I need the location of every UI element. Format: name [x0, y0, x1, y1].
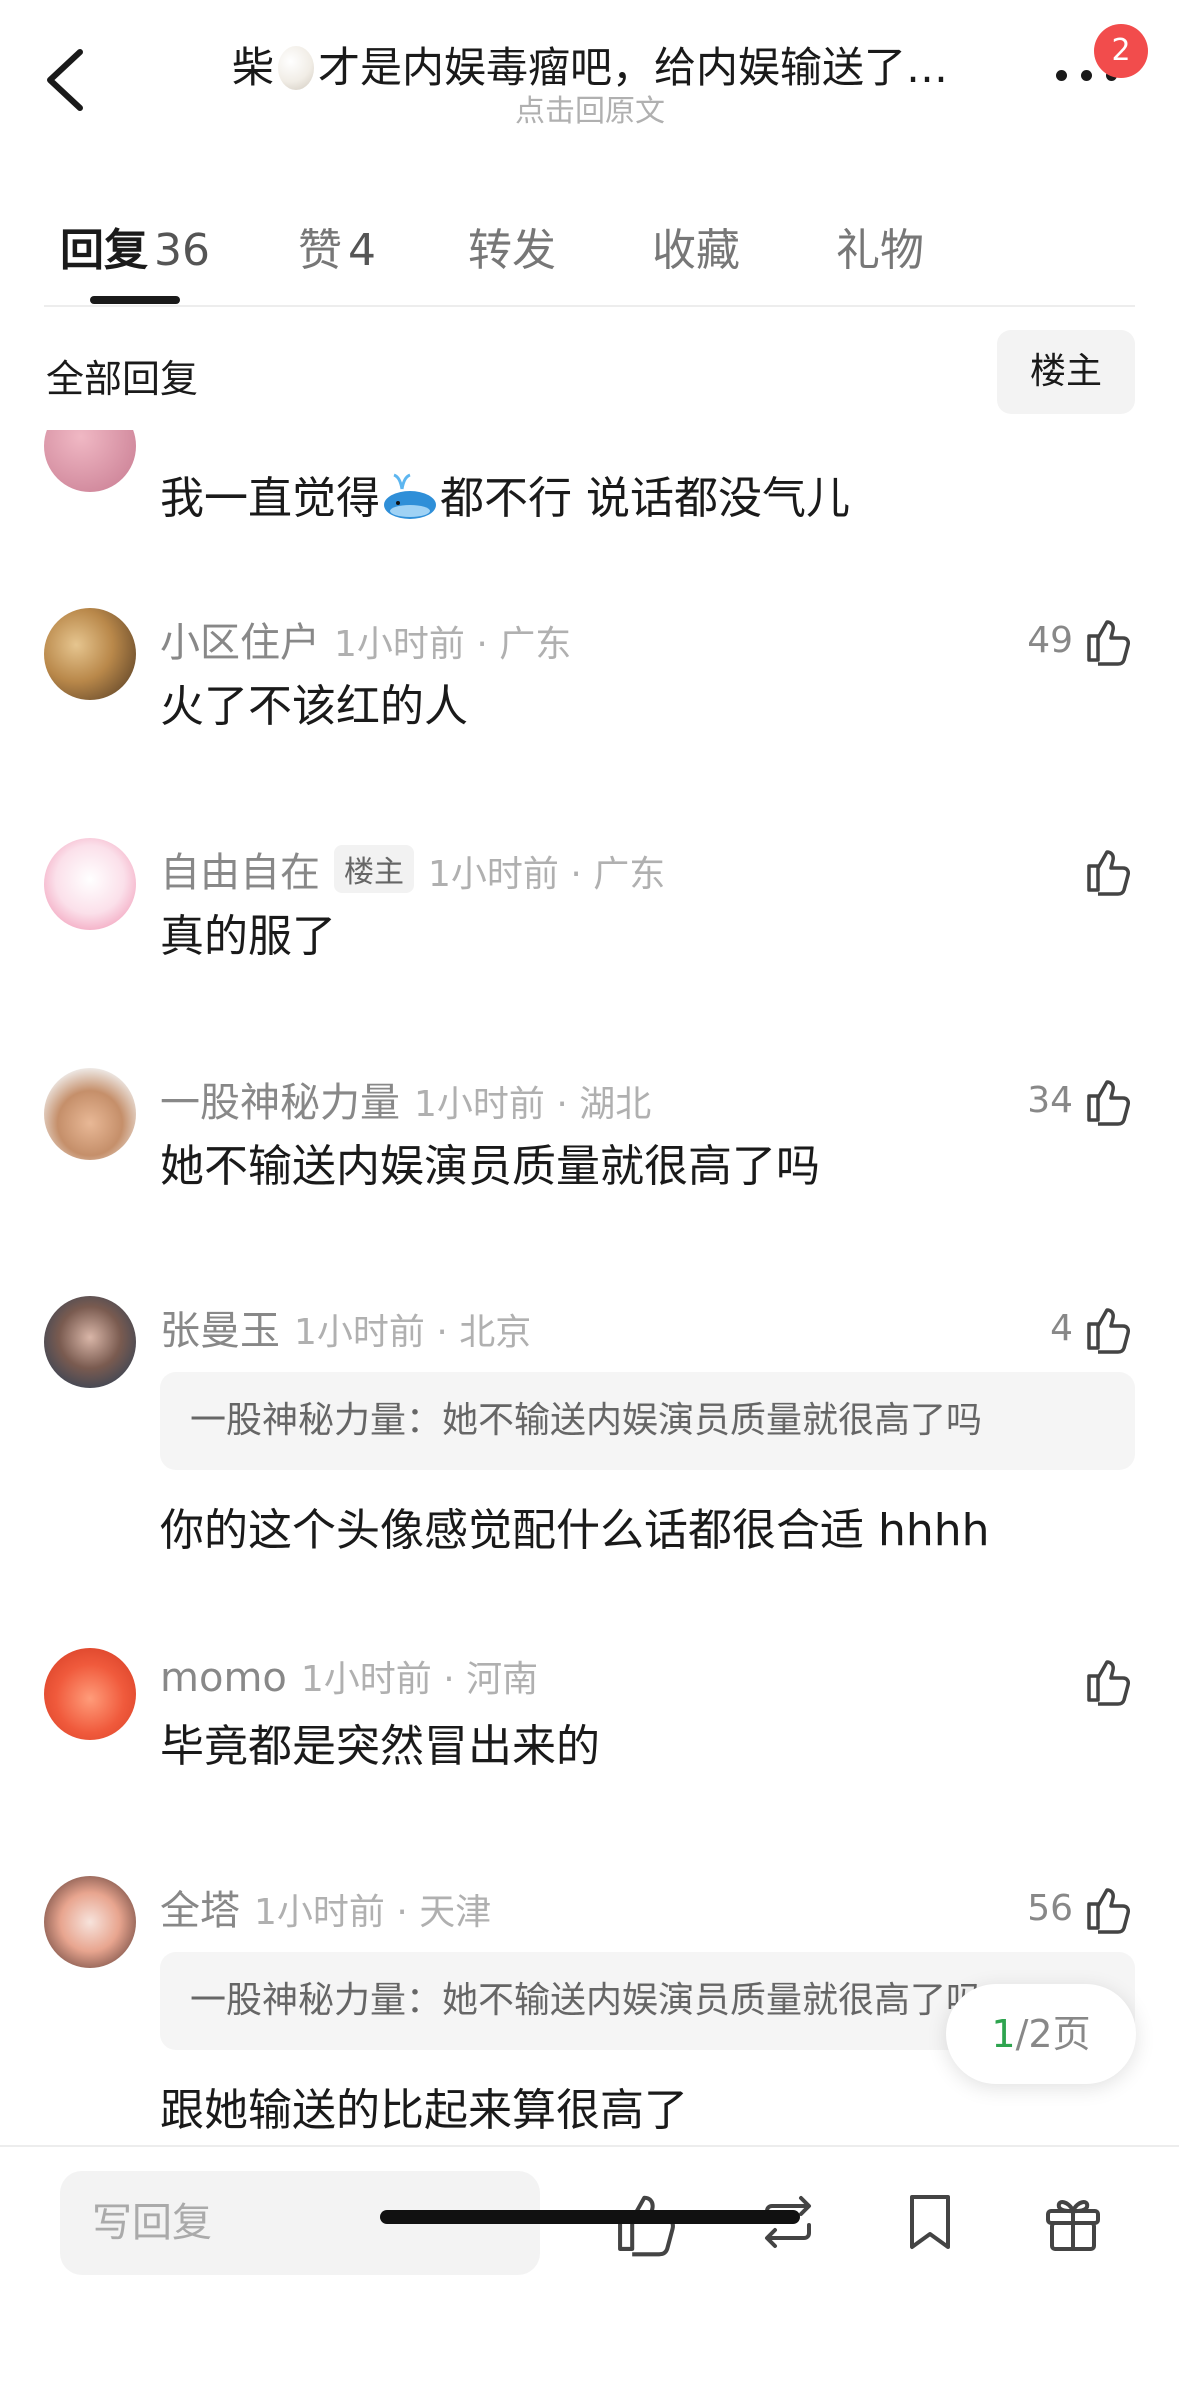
timestamp: 1小时前 · 广东 — [334, 624, 572, 665]
tab-count: 4 — [348, 225, 376, 276]
tab-likes[interactable]: 赞4 — [298, 214, 376, 278]
like-count: 49 — [1027, 619, 1073, 661]
like-count: 34 — [1027, 1079, 1073, 1121]
username[interactable]: 张曼玉 — [160, 1308, 280, 1354]
username[interactable]: momo — [160, 1655, 287, 1701]
tab-reposts[interactable]: 转发 — [468, 214, 556, 278]
quoted-reply[interactable]: 一股神秘力量：她不输送内娱演员质量就很高了吗 — [160, 1372, 1135, 1470]
timestamp: 1小时前 · 湖北 — [414, 1084, 652, 1125]
thumbs-up-icon — [1087, 1888, 1130, 1934]
tab-count: 36 — [154, 225, 210, 276]
comment-text: 毕竟都是突然冒出来的 — [160, 1721, 600, 1772]
title-suffix: 才是内娱毒瘤吧，给内娱输送了… — [318, 43, 949, 92]
gift-button[interactable] — [1038, 2187, 1108, 2257]
timestamp: 1小时前 · 天津 — [254, 1892, 492, 1933]
comment-text: 你的这个头像感觉配什么话都很合适 hhhh — [160, 1505, 990, 1556]
bottom-action-bar: 写回复 — [0, 2145, 1179, 2394]
comment-text: 火了不该红的人 — [160, 681, 468, 732]
title-prefix: 柴 — [231, 43, 274, 92]
page-indicator[interactable]: 1/2页 — [946, 1984, 1136, 2084]
comment-meta: 全塔 1小时前 · 天津 — [160, 1878, 491, 1936]
comment-text-part: 我一直觉得 — [160, 473, 380, 524]
comment-meta: 自由自在 楼主 1小时前 · 广东 — [160, 840, 665, 898]
thumbs-up-icon — [1087, 620, 1130, 666]
op-only-button[interactable]: 楼主 — [997, 330, 1135, 414]
tab-label: 礼物 — [836, 225, 924, 276]
tab-label: 赞 — [298, 225, 342, 276]
comment-meta: 小区住户 1小时前 · 广东 — [160, 610, 571, 668]
back-icon — [47, 49, 83, 111]
bookmark-icon — [910, 2195, 950, 2249]
egg-emoji-icon — [278, 46, 314, 90]
like-count: 4 — [1050, 1307, 1073, 1349]
avatar[interactable] — [44, 1068, 136, 1160]
thumbs-up-icon — [1087, 850, 1130, 896]
tab-bar: 回复 36 赞4 转发 收藏 礼物 — [60, 200, 1140, 290]
comment-text: 她不输送内娱演员质量就很高了吗 — [160, 1141, 820, 1192]
comment-text: 我一直觉得 都不行 说话都没气儿 — [160, 462, 850, 526]
like-button[interactable] — [1083, 840, 1135, 900]
back-to-original-link[interactable]: 点击回原文 — [390, 86, 790, 130]
comment-text: 真的服了 — [160, 911, 336, 962]
avatar[interactable] — [44, 1876, 136, 1968]
username[interactable]: 小区住户 — [160, 620, 320, 666]
current-page: 1 — [991, 2012, 1016, 2056]
like-button[interactable]: 34 — [1027, 1070, 1135, 1130]
comment-meta: 一股神秘力量 1小时前 · 湖北 — [160, 1070, 651, 1128]
timestamp: 1小时前 · 北京 — [294, 1312, 532, 1353]
home-indicator[interactable] — [380, 2210, 800, 2224]
avatar[interactable] — [44, 1296, 136, 1388]
all-replies-label: 全部回复 — [46, 357, 199, 401]
back-button[interactable] — [40, 40, 90, 120]
like-button[interactable]: 56 — [1027, 1878, 1135, 1938]
tab-favorites[interactable]: 收藏 — [652, 214, 740, 278]
timestamp: 1小时前 · 广东 — [428, 854, 666, 895]
comment-meta: momo 1小时前 · 河南 — [160, 1650, 538, 1702]
tab-replies[interactable]: 回复 36 — [60, 214, 210, 278]
tab-gifts[interactable]: 礼物 — [836, 214, 924, 278]
tab-label: 转发 — [468, 225, 556, 276]
reply-page: 柴才是内娱毒瘤吧，给内娱输送了… 点击回原文 2 回复 36 赞4 转发 收藏 礼… — [0, 0, 1179, 2394]
tab-label: 收藏 — [652, 225, 740, 276]
whale-emoji-icon — [384, 473, 436, 519]
avatar[interactable] — [44, 608, 136, 700]
username[interactable]: 一股神秘力量 — [160, 1080, 400, 1126]
op-badge: 楼主 — [334, 845, 414, 893]
avatar[interactable] — [44, 1648, 136, 1740]
comment-text: 跟她输送的比起来算很高了 — [160, 2085, 688, 2136]
comment-list[interactable]: 我一直觉得 都不行 说话都没气儿 小区住户 1小时前 · 广东 49 火了不该红的… — [0, 430, 1179, 2140]
active-tab-indicator — [90, 296, 180, 304]
like-button[interactable]: 4 — [1050, 1298, 1135, 1358]
comment-text-part: 都不行 说话都没气儿 — [440, 473, 850, 524]
total-pages: /2页 — [1015, 2012, 1091, 2056]
gift-icon — [1046, 2200, 1100, 2251]
comment-meta: 张曼玉 1小时前 · 北京 — [160, 1298, 531, 1356]
avatar[interactable] — [44, 838, 136, 930]
timestamp: 1小时前 · 河南 — [300, 1659, 539, 1700]
thumbs-up-icon — [1087, 1080, 1130, 1126]
like-button[interactable]: 49 — [1027, 610, 1135, 670]
notification-badge: 2 — [1094, 24, 1148, 78]
thumbs-up-icon — [1087, 1308, 1130, 1354]
like-button[interactable] — [1083, 1650, 1135, 1710]
header: 柴才是内娱毒瘤吧，给内娱输送了… 点击回原文 2 — [0, 0, 1179, 150]
username[interactable]: 全塔 — [160, 1888, 240, 1934]
avatar[interactable] — [44, 430, 136, 492]
bookmark-button[interactable] — [895, 2187, 965, 2257]
like-count: 56 — [1027, 1887, 1073, 1929]
divider — [44, 305, 1135, 307]
tab-label: 回复 — [60, 225, 148, 276]
username[interactable]: 自由自在 — [160, 850, 320, 896]
thumbs-up-icon — [1087, 1660, 1130, 1706]
